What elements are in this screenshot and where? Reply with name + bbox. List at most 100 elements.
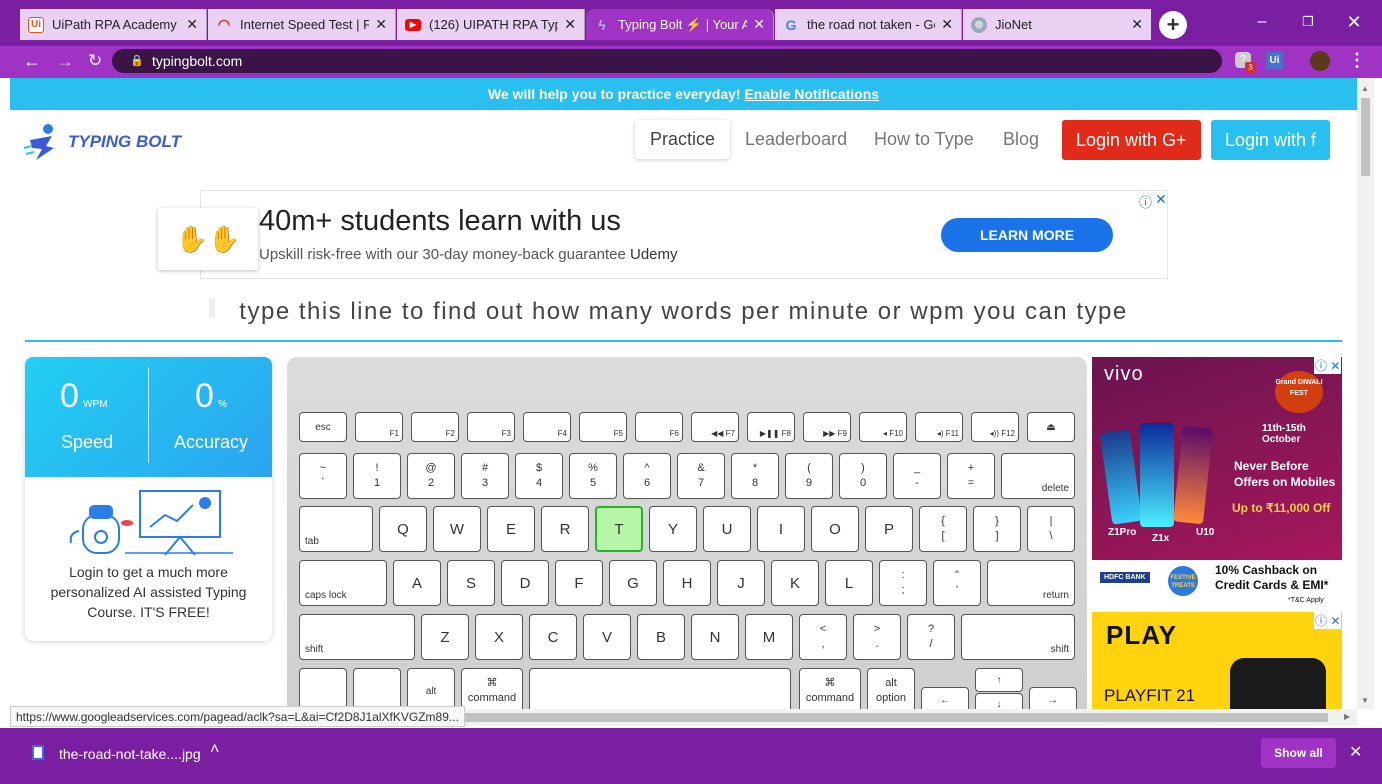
key-f12[interactable]: ◂)) F12 [971, 412, 1019, 442]
key-rbracket[interactable]: }] [973, 506, 1021, 552]
download-file-name[interactable]: the-road-not-take....jpg [59, 746, 201, 762]
enable-notifications-link[interactable]: Enable Notifications [744, 86, 879, 102]
key-6[interactable]: ^ 6 [623, 453, 671, 499]
key-f9[interactable]: ▶▶ F9 [803, 412, 851, 442]
login-google-button[interactable]: Login with G+ [1062, 120, 1201, 160]
key-backtick[interactable]: ~ ` [299, 453, 347, 499]
window-close-button[interactable]: ✕ [1331, 0, 1377, 46]
key-9[interactable]: (9 [785, 453, 833, 499]
key-eject[interactable]: ⏏ [1027, 412, 1075, 442]
vertical-scrollbar[interactable]: ▲ ▼ [1357, 78, 1374, 709]
scroll-down-icon[interactable]: ▼ [1361, 696, 1369, 705]
key-left-shift[interactable]: shift [299, 614, 415, 660]
key-quote[interactable]: " ' [933, 560, 981, 606]
chevron-up-icon[interactable]: ˄ [210, 741, 219, 759]
key-s[interactable]: S [447, 560, 495, 606]
key-space[interactable] [529, 668, 791, 709]
key-a[interactable]: A [393, 560, 441, 606]
key-y[interactable]: Y [649, 506, 697, 552]
key-arrow-up[interactable]: ↑ [975, 668, 1023, 692]
key-u[interactable]: U [703, 506, 751, 552]
site-logo[interactable]: TYPING BOLT [24, 122, 181, 162]
key-f11[interactable]: ◂) F11 [915, 412, 963, 442]
typing-area[interactable]: type this line to find out how many word… [25, 290, 1342, 342]
scroll-thumb[interactable] [462, 713, 1328, 722]
minimize-button[interactable]: – [1239, 0, 1285, 46]
key-w[interactable]: W [433, 506, 481, 552]
key-m[interactable]: M [745, 614, 793, 660]
key-lbracket[interactable]: {[ [919, 506, 967, 552]
ad-info-icon[interactable]: ⓘ ✕ [1314, 357, 1342, 374]
key-f2[interactable]: F2 [411, 412, 459, 442]
key-f7[interactable]: ◀◀ F7 [691, 412, 739, 442]
nav-blog[interactable]: Blog [988, 120, 1054, 159]
key-7[interactable]: & 7 [677, 453, 725, 499]
address-bar[interactable]: 🔒 typingbolt.com [112, 49, 1222, 73]
key-esc[interactable]: esc [299, 412, 347, 442]
key-k[interactable]: K [771, 560, 819, 606]
key-f1[interactable]: F1 [355, 412, 403, 442]
key-f3[interactable]: F3 [467, 412, 515, 442]
ad-close-icon[interactable]: ✕ [1155, 191, 1167, 208]
key-comma[interactable]: <, [799, 614, 847, 660]
key-o[interactable]: O [811, 506, 859, 552]
key-2[interactable]: @2 [407, 453, 455, 499]
key-right-command[interactable]: ⌘ command [799, 668, 861, 709]
key-semicolon[interactable]: :; [879, 560, 927, 606]
key-v[interactable]: V [583, 614, 631, 660]
nav-leaderboard[interactable]: Leaderboard [730, 120, 862, 159]
udemy-ad-banner[interactable]: 40m+ students learn with us Upskill risk… [200, 190, 1168, 279]
key-f5[interactable]: F5 [579, 412, 627, 442]
key-q[interactable]: Q [379, 506, 427, 552]
key-equals[interactable]: + = [947, 453, 995, 499]
key-slash[interactable]: ? / [907, 614, 955, 660]
key-delete[interactable]: delete [1001, 453, 1075, 499]
key-f[interactable]: F [555, 560, 603, 606]
download-bar-close-icon[interactable]: ✕ [1349, 742, 1362, 762]
tab-speed-test[interactable]: ◠ Internet Speed Test | Fa ✕ [208, 9, 396, 40]
key-5[interactable]: % 5 [569, 453, 617, 499]
scroll-up-icon[interactable]: ▲ [1361, 84, 1369, 93]
scroll-right-icon[interactable]: ▶ [1344, 712, 1350, 721]
key-c[interactable]: C [529, 614, 577, 660]
key-f4[interactable]: F4 [523, 412, 571, 442]
key-l[interactable]: L [825, 560, 873, 606]
close-icon[interactable]: ✕ [564, 16, 576, 33]
tab-youtube[interactable]: ▶ (126) UIPATH RPA Typin ✕ [397, 9, 585, 40]
ad-info-icon[interactable]: ⓘ ✕ [1314, 612, 1342, 629]
key-8[interactable]: * 8 [731, 453, 779, 499]
key-b[interactable]: B [637, 614, 685, 660]
menu-kebab-icon[interactable]: ⋮ [1348, 50, 1366, 71]
close-icon[interactable]: ✕ [1131, 16, 1143, 33]
key-f6[interactable]: F6 [635, 412, 683, 442]
nav-how-to-type[interactable]: How to Type [859, 120, 989, 159]
key-backslash[interactable]: | \ [1027, 506, 1075, 552]
key-n[interactable]: N [691, 614, 739, 660]
key-r[interactable]: R [541, 506, 589, 552]
key-right-shift[interactable]: shift [961, 614, 1075, 660]
key-left-alt[interactable]: alt [407, 668, 455, 709]
key-arrow-right[interactable]: → [1029, 687, 1077, 709]
close-icon[interactable]: ✕ [753, 16, 765, 33]
key-right-alt[interactable]: alt option [867, 668, 915, 709]
key-h[interactable]: H [663, 560, 711, 606]
key-arrow-down[interactable]: ↓ [975, 693, 1023, 709]
hdfc-ad[interactable]: HDFC BANK FESTIVE TREATS 10% Cashback on… [1092, 560, 1342, 607]
login-facebook-button[interactable]: Login with f [1211, 120, 1331, 160]
key-z[interactable]: Z [421, 614, 469, 660]
close-icon[interactable]: ✕ [375, 16, 387, 33]
new-tab-button[interactable]: + [1159, 11, 1187, 39]
reload-icon[interactable]: ↻ [88, 52, 102, 70]
key-fn[interactable] [299, 668, 347, 709]
key-x[interactable]: X [475, 614, 523, 660]
tab-jionet[interactable]: ◎ JioNet ✕ [963, 9, 1151, 40]
restore-button[interactable]: ❐ [1285, 0, 1331, 46]
key-return[interactable]: return [987, 560, 1075, 606]
show-all-button[interactable]: Show all [1261, 738, 1336, 768]
key-period[interactable]: >. [853, 614, 901, 660]
key-j[interactable]: J [717, 560, 765, 606]
play-ad[interactable]: PLAY PLAYFIT 21 ⓘ ✕ [1092, 612, 1342, 709]
key-left-command[interactable]: ⌘ command [461, 668, 523, 709]
key-4[interactable]: $4 [515, 453, 563, 499]
learn-more-button[interactable]: LEARN MORE [941, 218, 1113, 252]
